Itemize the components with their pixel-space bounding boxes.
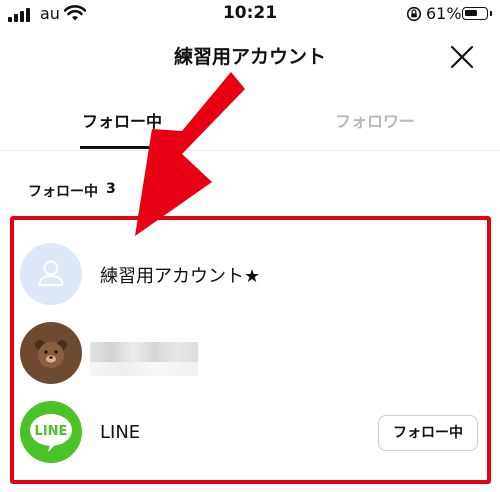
brown-bear-avatar[interactable] (20, 322, 82, 384)
section-header: フォロー中 3 (28, 181, 116, 201)
following-button[interactable]: フォロー中 (378, 415, 478, 451)
section-count: 3 (106, 181, 116, 197)
list-item-name[interactable]: LINE (100, 422, 140, 443)
active-tab-indicator (80, 146, 164, 149)
tab-following[interactable]: フォロー中 (80, 108, 164, 132)
status-bar: au 10:21 61% (0, 0, 500, 30)
tab-divider (0, 150, 500, 151)
list-item-name[interactable]: 練習用アカウント★ (100, 262, 260, 288)
default-user-icon[interactable] (20, 243, 82, 305)
rotation-lock-icon (406, 6, 422, 22)
section-label: フォロー中 (28, 184, 98, 200)
page-title: 練習用アカウント (173, 46, 326, 68)
line-logo[interactable]: LINE (20, 401, 82, 463)
close-icon[interactable] (448, 43, 476, 71)
battery-cap (490, 11, 492, 16)
battery-icon (462, 7, 488, 20)
redacted-name-shadow (90, 362, 198, 376)
battery-percent: 61% (426, 4, 462, 23)
redacted-name (90, 342, 198, 362)
tab-followers[interactable]: フォロワー (330, 108, 420, 132)
status-time: 10:21 (222, 3, 278, 23)
svg-text:LINE: LINE (35, 424, 68, 439)
